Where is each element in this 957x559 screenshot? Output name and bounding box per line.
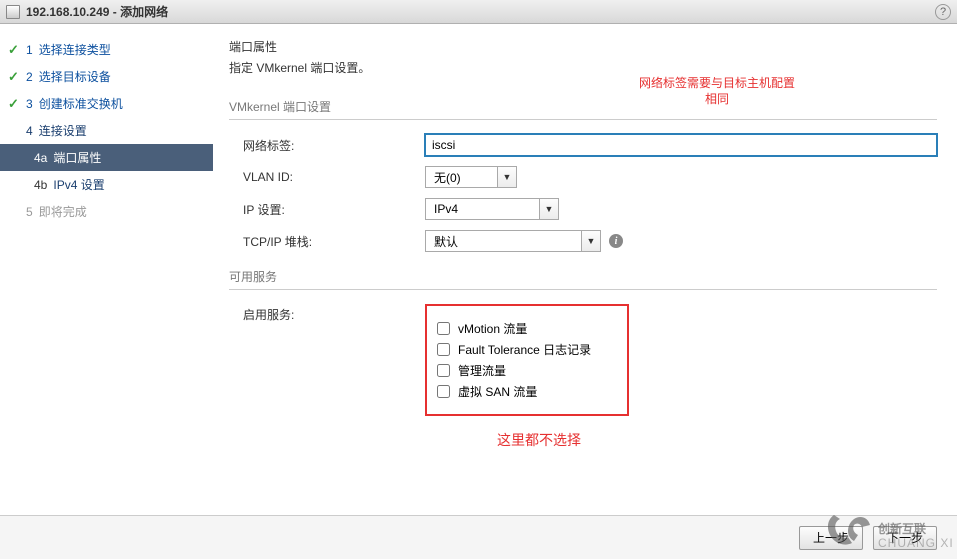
substep-label: 端口属性 xyxy=(53,149,101,166)
wizard-sidebar: ✓ 1 选择连接类型 ✓ 2 选择目标设备 ✓ 3 创建标准交换机 4 连接设置… xyxy=(0,24,213,514)
check-icon: ✓ xyxy=(8,42,22,58)
label-network-label: 网络标签: xyxy=(229,137,425,154)
section-label-vmkernel: VMkernel 端口设置 xyxy=(229,98,937,120)
services-section-label: 可用服务 xyxy=(229,268,937,290)
tcpip-combo[interactable]: 默认 ▼ xyxy=(425,230,601,252)
step-label: 选择目标设备 xyxy=(39,68,111,85)
substep-label: IPv4 设置 xyxy=(53,176,104,193)
network-label-input[interactable] xyxy=(425,134,937,156)
wizard-substep-4b[interactable]: 4b IPv4 设置 xyxy=(0,171,213,198)
checkbox-input[interactable] xyxy=(437,385,450,398)
services-row: 启用服务: vMotion 流量 Fault Tolerance 日志记录 管理… xyxy=(229,304,937,416)
step-label: 选择连接类型 xyxy=(39,41,111,58)
step-num: 1 xyxy=(26,43,33,57)
step-label: 连接设置 xyxy=(39,122,87,139)
enable-services-label: 启用服务: xyxy=(229,304,425,416)
step-label: 即将完成 xyxy=(39,203,87,220)
wizard-step-1[interactable]: ✓ 1 选择连接类型 xyxy=(0,36,213,63)
check-icon: ✓ xyxy=(8,96,22,112)
chevron-down-icon[interactable]: ▼ xyxy=(498,167,516,187)
step-num: 5 xyxy=(26,205,33,219)
next-button[interactable]: 下一步 xyxy=(873,526,937,550)
row-ip-settings: IP 设置: IPv4 ▼ xyxy=(229,198,937,220)
chevron-down-icon[interactable]: ▼ xyxy=(540,199,558,219)
content-title: 端口属性 xyxy=(229,38,937,55)
content-desc: 指定 VMkernel 端口设置。 xyxy=(229,59,937,76)
checkbox-input[interactable] xyxy=(437,322,450,335)
step-num: 4 xyxy=(26,124,33,138)
checkbox-label: Fault Tolerance 日志记录 xyxy=(458,341,591,358)
checkbox-label: vMotion 流量 xyxy=(458,320,527,337)
step-num: 2 xyxy=(26,70,33,84)
checkbox-input[interactable] xyxy=(437,364,450,377)
checkbox-input[interactable] xyxy=(437,343,450,356)
chevron-down-icon[interactable]: ▼ xyxy=(582,231,600,251)
substep-num: 4a xyxy=(34,151,47,165)
wizard-step-5: 5 即将完成 xyxy=(0,198,213,225)
host-icon xyxy=(6,5,20,19)
services-section: 可用服务 启用服务: vMotion 流量 Fault Tolerance 日志… xyxy=(229,268,937,450)
row-tcpip: TCP/IP 堆栈: 默认 ▼ i xyxy=(229,230,937,252)
checkbox-label: 虚拟 SAN 流量 xyxy=(458,383,537,400)
step-num: 3 xyxy=(26,97,33,111)
ip-combo-text: IPv4 xyxy=(426,199,540,219)
services-checkbox-group: vMotion 流量 Fault Tolerance 日志记录 管理流量 虚拟 … xyxy=(425,304,629,416)
titlebar: 192.168.10.249 - 添加网络 ? xyxy=(0,0,957,24)
label-tcpip: TCP/IP 堆栈: xyxy=(229,233,425,250)
label-ip-settings: IP 设置: xyxy=(229,201,425,218)
prev-button[interactable]: 上一步 xyxy=(799,526,863,550)
row-network-label: 网络标签: xyxy=(229,134,937,156)
ip-settings-combo[interactable]: IPv4 ▼ xyxy=(425,198,559,220)
wizard-step-2[interactable]: ✓ 2 选择目标设备 xyxy=(0,63,213,90)
row-vlan: VLAN ID: 无(0) ▼ xyxy=(229,166,937,188)
label-vlan: VLAN ID: xyxy=(229,170,425,184)
step-label: 创建标准交换机 xyxy=(39,95,123,112)
substep-num: 4b xyxy=(34,178,47,192)
annotation-top: 网络标签需要与目标主机配置 相同 xyxy=(639,76,795,107)
vlan-combo-text: 无(0) xyxy=(426,167,498,187)
checkbox-vsan[interactable]: 虚拟 SAN 流量 xyxy=(437,383,613,400)
help-icon[interactable]: ? xyxy=(935,4,951,20)
wizard-substep-4a[interactable]: 4a 端口属性 xyxy=(0,144,213,171)
footer: 上一步 下一步 xyxy=(0,515,957,559)
checkbox-label: 管理流量 xyxy=(458,362,506,379)
wizard-step-3[interactable]: ✓ 3 创建标准交换机 xyxy=(0,90,213,117)
checkbox-management[interactable]: 管理流量 xyxy=(437,362,613,379)
info-icon[interactable]: i xyxy=(609,234,623,248)
checkbox-vmotion[interactable]: vMotion 流量 xyxy=(437,320,613,337)
content-pane: 端口属性 指定 VMkernel 端口设置。 网络标签需要与目标主机配置 相同 … xyxy=(213,24,957,514)
checkbox-fault-tolerance[interactable]: Fault Tolerance 日志记录 xyxy=(437,341,613,358)
window-title: 192.168.10.249 - 添加网络 xyxy=(26,3,168,20)
check-icon: ✓ xyxy=(8,69,22,85)
annotation-bottom: 这里都不选择 xyxy=(439,430,639,450)
vlan-combo[interactable]: 无(0) ▼ xyxy=(425,166,517,188)
wizard-step-4[interactable]: 4 连接设置 xyxy=(0,117,213,144)
main-area: ✓ 1 选择连接类型 ✓ 2 选择目标设备 ✓ 3 创建标准交换机 4 连接设置… xyxy=(0,24,957,514)
tcpip-combo-text: 默认 xyxy=(426,231,582,251)
